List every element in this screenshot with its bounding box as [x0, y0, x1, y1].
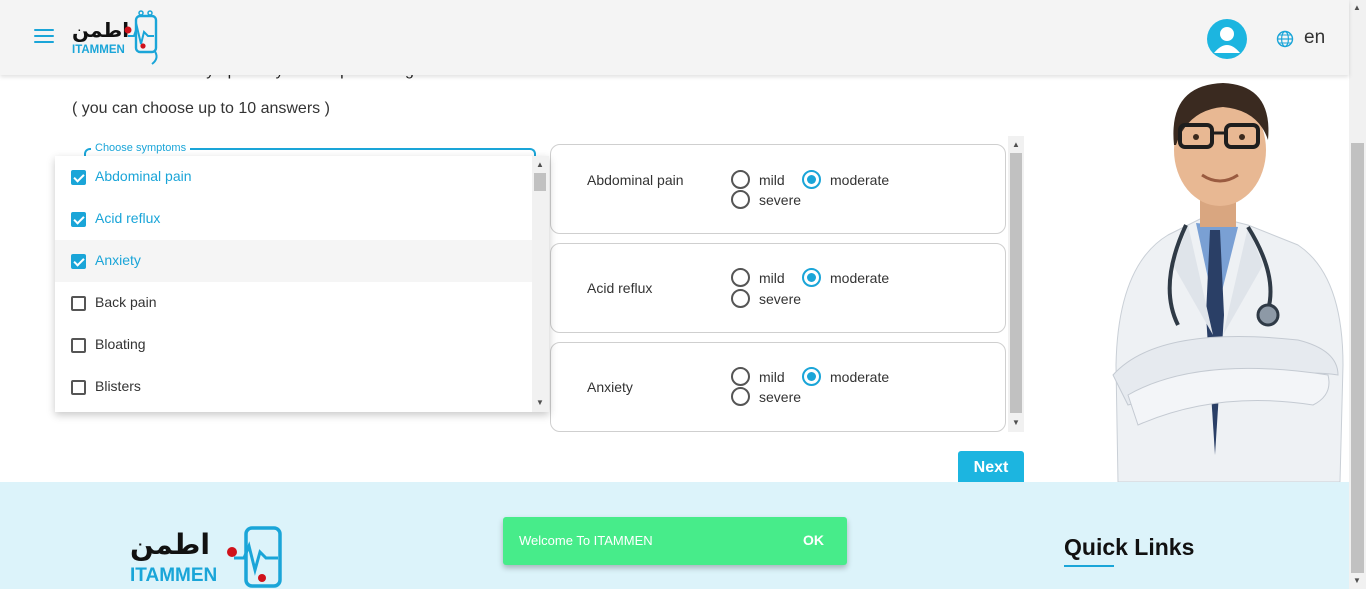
- checkbox-checked-icon[interactable]: [71, 254, 86, 269]
- radio-mild[interactable]: [731, 268, 750, 287]
- language-selector[interactable]: en: [1304, 27, 1325, 49]
- radio-label: severe: [759, 192, 802, 208]
- page-scroll-thumb[interactable]: [1351, 143, 1364, 573]
- symptom-select-legend: Choose symptoms: [91, 142, 191, 154]
- severity-card-label: Abdominal pain: [587, 172, 684, 188]
- severity-scrollbar[interactable]: ▲ ▼: [1008, 136, 1024, 432]
- svg-text:اطمن: اطمن: [130, 528, 210, 561]
- checkbox-icon[interactable]: [71, 380, 86, 395]
- symptom-option[interactable]: Back pain: [55, 282, 532, 324]
- checkbox-checked-icon[interactable]: [71, 170, 86, 185]
- quick-links-underline: [1064, 565, 1114, 567]
- quick-links-heading: Quick Links: [1064, 534, 1195, 560]
- checkbox-checked-icon[interactable]: [71, 212, 86, 227]
- radio-label: moderate: [830, 270, 890, 286]
- scroll-down-arrow-icon[interactable]: ▼: [536, 398, 544, 407]
- question-subtitle: ( you can choose up to 10 answers ): [72, 100, 330, 117]
- doctor-illustration: [1112, 83, 1344, 482]
- scroll-down-arrow-icon[interactable]: ▼: [1012, 418, 1020, 427]
- welcome-snackbar: Welcome To ITAMMEN OK: [503, 517, 847, 565]
- severity-panel: Abdominal pain mild moderate severe Acid…: [548, 136, 1024, 432]
- symptom-option-label: Bloating: [95, 336, 146, 352]
- severity-scroll-thumb[interactable]: [1010, 153, 1022, 413]
- symptom-option[interactable]: Acid reflux: [55, 198, 532, 240]
- globe-icon[interactable]: [1276, 30, 1294, 48]
- severity-card: Abdominal pain mild moderate severe: [550, 144, 1006, 234]
- radio-label: severe: [759, 389, 802, 405]
- svg-text:اطمن: اطمن: [72, 18, 129, 42]
- symptom-option-label: Anxiety: [95, 252, 141, 268]
- symptom-option[interactable]: Anxiety: [55, 240, 532, 282]
- symptom-option-label: Abdominal pain: [95, 168, 192, 184]
- snackbar-ok-button[interactable]: OK: [803, 532, 824, 548]
- severity-card-label: Acid reflux: [587, 280, 653, 296]
- symptom-dropdown-list: Abdominal pain Acid reflux Anxiety Back …: [55, 156, 549, 412]
- symptom-option-label: Acid reflux: [95, 210, 161, 226]
- symptom-option[interactable]: Abdominal pain: [55, 156, 532, 198]
- page-scrollbar[interactable]: ▲ ▼: [1349, 0, 1366, 589]
- scroll-down-arrow-icon[interactable]: ▼: [1353, 576, 1361, 585]
- checkbox-icon[interactable]: [71, 296, 86, 311]
- dropdown-scrollbar[interactable]: ▲ ▼: [532, 156, 549, 412]
- radio-label: mild: [759, 369, 785, 385]
- top-app-bar: اطمن ITAMMEN en: [0, 0, 1349, 75]
- radio-label: moderate: [830, 369, 890, 385]
- itammen-logo[interactable]: اطمن ITAMMEN: [70, 10, 162, 66]
- radio-mild[interactable]: [731, 170, 750, 189]
- radio-moderate-selected[interactable]: [802, 268, 821, 287]
- account-avatar-icon[interactable]: [1207, 19, 1247, 59]
- radio-mild[interactable]: [731, 367, 750, 386]
- next-button[interactable]: Next: [958, 451, 1024, 483]
- snackbar-message: Welcome To ITAMMEN: [519, 533, 653, 548]
- symptom-option-label: Blisters: [95, 378, 141, 394]
- radio-severe[interactable]: [731, 387, 750, 406]
- radio-label: mild: [759, 172, 785, 188]
- scroll-up-arrow-icon[interactable]: ▲: [1012, 140, 1020, 149]
- menu-icon[interactable]: [34, 29, 54, 45]
- radio-severe[interactable]: [731, 190, 750, 209]
- footer-logo[interactable]: اطمن ITAMMEN: [128, 524, 298, 589]
- radio-label: mild: [759, 270, 785, 286]
- svg-text:ITAMMEN: ITAMMEN: [130, 565, 217, 586]
- dropdown-scroll-thumb[interactable]: [534, 173, 546, 191]
- scroll-up-arrow-icon[interactable]: ▲: [1353, 3, 1361, 12]
- severity-card: Anxiety mild moderate severe: [550, 342, 1006, 432]
- page: Please select the symptoms you're experi…: [0, 0, 1366, 589]
- severity-card-label: Anxiety: [587, 379, 633, 395]
- checkbox-icon[interactable]: [71, 338, 86, 353]
- scroll-up-arrow-icon[interactable]: ▲: [536, 160, 544, 169]
- svg-text:ITAMMEN: ITAMMEN: [72, 44, 125, 56]
- radio-severe[interactable]: [731, 289, 750, 308]
- symptom-option[interactable]: Bloating: [55, 324, 532, 366]
- radio-moderate-selected[interactable]: [802, 367, 821, 386]
- symptom-option-label: Back pain: [95, 294, 157, 310]
- radio-moderate-selected[interactable]: [802, 170, 821, 189]
- radio-label: severe: [759, 291, 802, 307]
- severity-card: Acid reflux mild moderate severe: [550, 243, 1006, 333]
- radio-label: moderate: [830, 172, 890, 188]
- symptom-option[interactable]: Blisters: [55, 366, 532, 408]
